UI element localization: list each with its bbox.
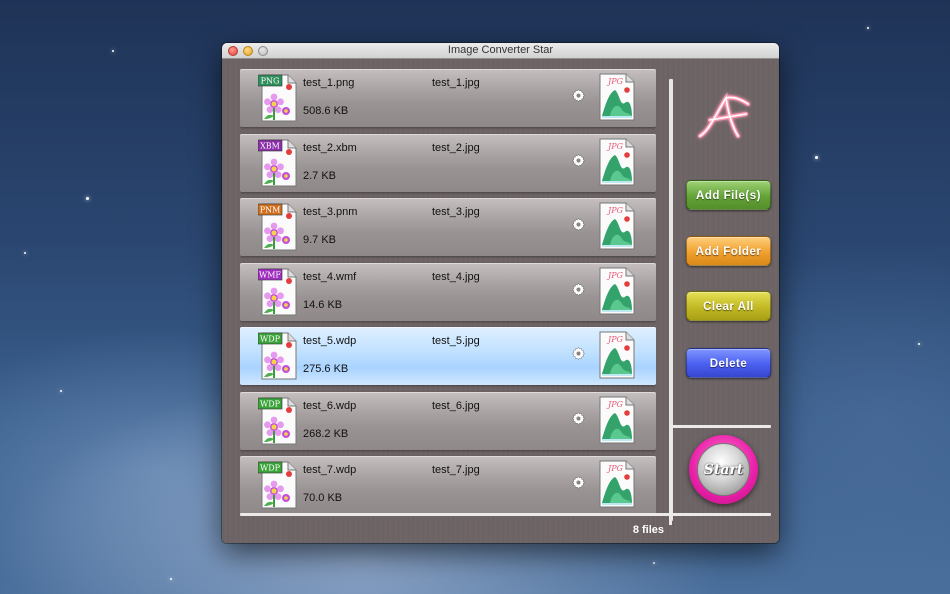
jpg-file-icon: JPG — [599, 73, 635, 121]
star — [112, 50, 114, 52]
clear-all-button[interactable]: Clear All — [686, 291, 771, 321]
file-row[interactable]: PNG test_1.png 508.6 KB test_1.jpg JPG — [240, 69, 656, 127]
source-file-icon: PNG — [258, 74, 297, 122]
svg-text:WMF: WMF — [259, 270, 281, 279]
start-area-vertical-divider — [669, 425, 672, 525]
source-file-name: test_7.wdp — [303, 464, 357, 476]
source-file-icon: WMF — [258, 268, 297, 315]
source-file-icon: XBM — [258, 139, 297, 186]
list-bottom-divider — [240, 513, 771, 516]
gear-icon[interactable] — [571, 153, 586, 168]
output-file-name: test_6.jpg — [432, 399, 480, 412]
output-file-name: test_1.jpg — [432, 77, 480, 89]
gear-icon[interactable] — [571, 346, 586, 361]
source-file-size: 14.6 KB — [303, 298, 343, 311]
svg-text:JPG: JPG — [606, 400, 624, 409]
start-button-label: Start — [703, 462, 744, 478]
gear-icon[interactable] — [571, 88, 586, 103]
file-row[interactable]: WMF test_4.wmf 14.6 KB test_4.jpg JPG — [240, 262, 656, 321]
svg-text:JPG: JPG — [606, 464, 624, 473]
jpg-file-icon: JPG — [599, 396, 635, 443]
star — [24, 252, 26, 254]
svg-text:JPG: JPG — [606, 206, 624, 215]
add-files-button[interactable]: Add File(s) — [686, 180, 771, 210]
svg-text:PNG: PNG — [261, 77, 280, 86]
start-button[interactable]: Start — [689, 435, 758, 504]
svg-text:JPG: JPG — [606, 142, 624, 151]
add-folder-button[interactable]: Add Folder — [686, 236, 771, 266]
svg-text:JPG: JPG — [606, 77, 624, 86]
file-row[interactable]: WDP test_5.wdp 275.6 KB test_5.jpg JPG — [240, 327, 656, 385]
star — [60, 390, 62, 392]
source-file-name: test_5.wdp — [303, 335, 357, 347]
source-file-name: test_1.png — [303, 77, 355, 89]
svg-text:PNM: PNM — [260, 206, 281, 215]
source-file-icon: PNM — [258, 203, 297, 251]
source-file-icon: WDP — [258, 332, 297, 380]
star — [170, 578, 172, 580]
source-file-name: test_3.pnm — [303, 206, 358, 218]
source-file-size: 9.7 KB — [303, 234, 337, 246]
file-row[interactable]: WDP test_7.wdp 70.0 KB test_7.jpg JPG — [240, 456, 656, 513]
star — [653, 562, 655, 564]
delete-button[interactable]: Delete — [686, 348, 771, 378]
app-logo-icon — [698, 92, 750, 138]
source-file-size: 2.7 KB — [303, 169, 337, 182]
star — [815, 156, 818, 159]
star — [918, 343, 920, 345]
svg-text:XBM: XBM — [260, 141, 280, 150]
svg-text:JPG: JPG — [606, 335, 624, 344]
file-count-label: 8 files — [632, 524, 664, 536]
svg-text:WDP: WDP — [260, 464, 281, 473]
jpg-file-icon: JPG — [599, 138, 635, 185]
star — [86, 197, 89, 200]
source-file-name: test_2.xbm — [303, 141, 357, 154]
file-row[interactable]: PNM test_3.pnm 9.7 KB test_3.jpg JPG — [240, 198, 656, 256]
gear-icon[interactable] — [571, 475, 586, 490]
jpg-file-icon: JPG — [599, 267, 635, 314]
file-row[interactable]: XBM test_2.xbm 2.7 KB test_2.jpg JPG — [240, 133, 656, 192]
source-file-icon: WDP — [258, 461, 297, 509]
gear-icon[interactable] — [571, 217, 586, 232]
file-list[interactable]: PNG test_1.png 508.6 KB test_1.jpg JPG X… — [240, 69, 656, 513]
source-file-size: 268.2 KB — [303, 427, 349, 440]
start-button-face: Start — [697, 443, 750, 496]
source-file-size: 70.0 KB — [303, 492, 343, 504]
source-file-name: test_6.wdp — [303, 399, 357, 412]
jpg-file-icon: JPG — [599, 460, 635, 508]
star — [867, 27, 869, 29]
gear-icon[interactable] — [571, 282, 586, 297]
svg-text:WDP: WDP — [260, 399, 281, 408]
file-row[interactable]: WDP test_6.wdp 268.2 KB test_6.jpg JPG — [240, 391, 656, 450]
output-file-name: test_2.jpg — [432, 141, 480, 154]
source-file-name: test_4.wmf — [303, 270, 357, 283]
source-file-size: 275.6 KB — [303, 363, 349, 375]
output-file-name: test_5.jpg — [432, 335, 480, 347]
gear-icon[interactable] — [571, 411, 586, 426]
output-file-name: test_4.jpg — [432, 270, 480, 283]
app-window: Image Converter Star PNG test_1.png 508.… — [222, 43, 779, 543]
output-file-name: test_3.jpg — [432, 206, 480, 218]
source-file-size: 508.6 KB — [303, 105, 349, 117]
output-file-name: test_7.jpg — [432, 464, 480, 476]
svg-text:WDP: WDP — [260, 335, 281, 344]
window-title: Image Converter Star — [447, 44, 554, 56]
svg-text:JPG: JPG — [606, 271, 624, 280]
title-bar: Image Converter Star — [222, 43, 779, 59]
jpg-file-icon: JPG — [599, 202, 635, 250]
source-file-icon: WDP — [258, 397, 297, 444]
start-area-divider — [670, 425, 771, 428]
jpg-file-icon: JPG — [599, 331, 635, 379]
